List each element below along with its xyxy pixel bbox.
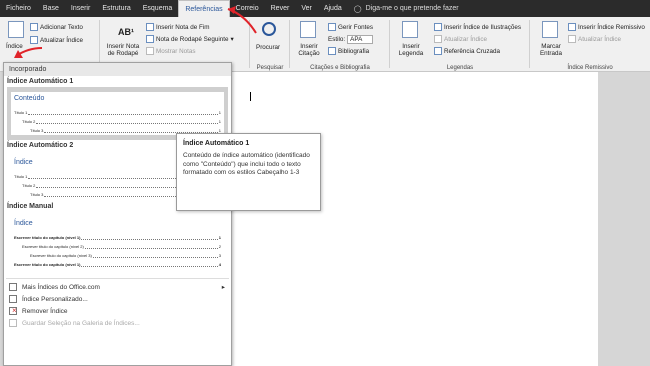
refresh-icon: [434, 35, 442, 43]
toc-preview-line: Escrever título do capítulo (nível 2) 2: [22, 244, 221, 249]
toc-preview-line: Título 11: [14, 110, 221, 115]
toc-preview-title: Conteúdo: [14, 95, 45, 102]
save-gallery-icon: [9, 319, 17, 327]
submenu-arrow-icon: ▸: [221, 284, 225, 291]
menu-remove-toc[interactable]: × Remover Índice: [4, 305, 231, 317]
menu-divider: [6, 278, 229, 279]
adicionar-texto-button[interactable]: Adicionar Texto: [30, 23, 83, 31]
caption-icon[interactable]: [402, 21, 418, 38]
mostrar-notas-button[interactable]: Mostrar Notas: [146, 47, 196, 55]
add-text-icon: [30, 23, 38, 31]
tab-base[interactable]: Base: [37, 0, 65, 17]
tell-me-text: Diga-me o que pretende fazer: [365, 5, 459, 12]
tell-me-box[interactable]: ◯ Diga-me o que pretende fazer: [354, 5, 459, 13]
toc-preview-title: Índice: [14, 220, 33, 227]
group-label-citacoes: Citações e Bibliografia: [310, 65, 370, 71]
toc-preview-line: Título 21: [22, 119, 221, 124]
marcar-entrada-button[interactable]: Marcar Entrada: [536, 43, 566, 57]
inserir-nota-button[interactable]: Inserir Nota de Rodapé: [106, 43, 140, 57]
bibliografia-button[interactable]: Bibliografia: [328, 47, 369, 55]
toc-preview-line: Escrever título do capítulo (nível 1) 4: [14, 262, 221, 267]
toc-icon[interactable]: [8, 21, 24, 38]
tooltip: Índice Automático 1 Conteúdo de índice a…: [176, 133, 321, 211]
estilo-value: APA: [347, 35, 374, 44]
ab-footnote-icon[interactable]: AB¹: [118, 27, 134, 37]
bibliography-icon: [328, 47, 336, 55]
toc-preview-line: Escrever título do capítulo (nível 1) 1: [14, 235, 221, 240]
tab-esquema[interactable]: Esquema: [137, 0, 179, 17]
annotation-arrow-icon: [14, 47, 43, 58]
document-page[interactable]: [232, 72, 598, 366]
toc-gallery-dropdown: Incorporado Índice Automático 1 Conteúdo…: [3, 62, 232, 366]
tab-ficheiro[interactable]: Ficheiro: [0, 0, 37, 17]
office-toc-icon: [9, 283, 17, 291]
menu-more-office-toc[interactable]: Mais Índices do Office.com ▸: [4, 281, 231, 293]
manage-sources-icon: [328, 23, 336, 31]
estilo-select[interactable]: Estilo: APA: [328, 35, 374, 44]
tab-estrutura[interactable]: Estrutura: [96, 0, 136, 17]
toc-option-manual[interactable]: Índice Escrever título do capítulo (níve…: [7, 212, 228, 274]
gerir-fontes-button[interactable]: Gerir Fontes: [328, 23, 373, 31]
custom-toc-icon: [9, 295, 17, 303]
group-label-pesquisar: Pesquisar: [256, 65, 284, 71]
lightbulb-icon: ◯: [353, 5, 362, 13]
gallery-header: Incorporado: [4, 63, 231, 76]
referencia-cruzada-button[interactable]: Referência Cruzada: [434, 47, 500, 55]
inserir-legenda-button[interactable]: Inserir Legenda: [396, 43, 426, 57]
annotation-arrow-icon: [227, 6, 257, 34]
group-label-legendas: Legendas: [446, 65, 474, 71]
inserir-indice-remissivo-button[interactable]: Inserir Índice Remissivo: [568, 23, 645, 31]
group-citacoes: Inserir Citação Gerir Fontes Estilo: APA …: [290, 17, 390, 72]
group-label-indice-remissivo: Índice Remissivo: [567, 65, 613, 71]
next-footnote-icon: [146, 35, 154, 43]
cross-reference-icon: [434, 47, 442, 55]
table-of-figures-icon: [434, 23, 442, 31]
procurar-button[interactable]: Procurar: [256, 44, 280, 51]
menu-save-selection[interactable]: Guardar Seleção na Galeria de Índices...: [4, 317, 231, 329]
tab-inserir[interactable]: Inserir: [65, 0, 96, 17]
menu-custom-toc[interactable]: Índice Personalizado...: [4, 293, 231, 305]
text-cursor: [250, 92, 251, 101]
mark-entry-icon[interactable]: [542, 21, 558, 38]
inserir-indice-ilustracoes-button[interactable]: Inserir Índice de Ilustrações: [434, 23, 521, 31]
gallery-section-title: Índice Automático 1: [7, 78, 74, 85]
insert-index-icon: [568, 23, 576, 31]
toc-preview-line: Escrever título do capítulo (nível 3) 3: [30, 253, 221, 258]
atualizar-indice-ilus-button[interactable]: Atualizar Índice: [434, 35, 487, 43]
tab-rever[interactable]: Rever: [265, 0, 296, 17]
atualizar-indice-rem-button[interactable]: Atualizar Índice: [568, 35, 621, 43]
search-icon[interactable]: [262, 22, 276, 36]
endnote-icon: [146, 23, 154, 31]
tooltip-title: Índice Automático 1: [183, 140, 250, 147]
citation-icon[interactable]: [300, 21, 316, 38]
tab-ajuda[interactable]: Ajuda: [318, 0, 348, 17]
ribbon-tab-bar: Ficheiro Base Inserir Estrutura Esquema …: [0, 0, 650, 17]
group-indice-remissivo: Marcar Entrada Inserir Índice Remissivo …: [530, 17, 650, 72]
inserir-citacao-button[interactable]: Inserir Citação: [293, 43, 325, 57]
refresh-icon: [568, 35, 576, 43]
group-legendas: Inserir Legenda Inserir Índice de Ilustr…: [390, 17, 530, 72]
show-notes-icon: [146, 47, 154, 55]
tab-ver[interactable]: Ver: [295, 0, 318, 17]
tooltip-body: Conteúdo de índice automático (identific…: [183, 152, 310, 176]
remove-toc-icon: ×: [9, 306, 17, 315]
